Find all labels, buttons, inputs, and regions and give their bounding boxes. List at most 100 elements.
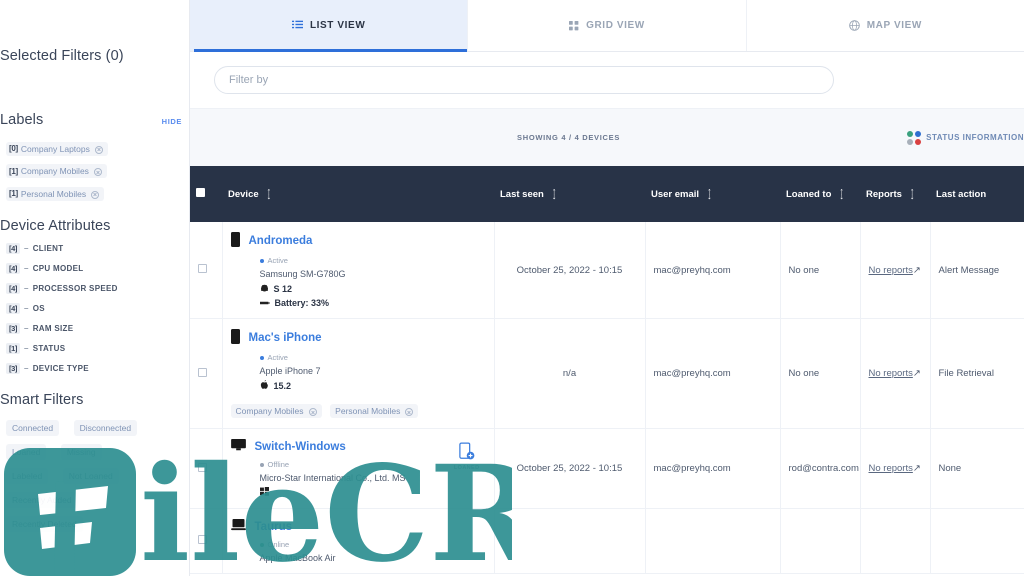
device-cell: Andromeda Active Samsung SM-G780G S 12 B… — [222, 222, 495, 319]
reports-link[interactable]: No reports — [869, 463, 913, 474]
attribute-item-cpu-model[interactable]: [4] – CPU MODEL — [6, 263, 189, 274]
label-name: Company Laptops — [20, 143, 90, 154]
device-attributes-heading: Device Attributes — [0, 218, 111, 234]
device-name-link[interactable]: Andromeda — [249, 235, 313, 247]
label-name: Company Mobiles — [20, 166, 89, 176]
filter-bar — [190, 52, 1024, 108]
column-header-device[interactable]: Device ↑ ↓ — [222, 166, 494, 222]
smart-filter-recently-added[interactable]: Recently Added — [6, 492, 78, 508]
tab-grid-view-label: GRID VIEW — [586, 20, 645, 31]
sort-icon[interactable]: ↑ ↓ — [707, 187, 712, 201]
row-select-cell[interactable] — [190, 428, 223, 509]
tab-map-view[interactable]: MAP VIEW — [746, 0, 1024, 51]
label-chip[interactable]: [1] Company Mobiles — [6, 164, 107, 178]
smart-filter-missing[interactable]: Missing — [60, 444, 102, 460]
reports-link[interactable]: No reports — [869, 368, 913, 379]
row-checkbox[interactable] — [198, 264, 207, 273]
table-header-row: Device ↑ ↓ Last seen ↑ ↓ User email ↑ ↓ … — [190, 166, 1024, 222]
attribute-item-client[interactable]: [4] – CLIENT — [6, 243, 189, 254]
reports-cell[interactable]: No reports↗ — [860, 318, 931, 429]
attribute-label: STATUS — [32, 344, 66, 353]
select-all-header[interactable] — [190, 166, 222, 222]
filters-sidebar: Selected Filters (0) Labels HIDE [0] Com… — [0, 0, 190, 576]
label-name: Personal Mobiles — [20, 188, 87, 199]
devices-table: Device ↑ ↓ Last seen ↑ ↓ User email ↑ ↓ … — [190, 166, 1024, 574]
filter-by-input[interactable] — [214, 66, 834, 94]
row-checkbox[interactable] — [198, 367, 207, 377]
device-label-name: Company Mobiles — [235, 406, 304, 416]
device-name-link[interactable]: Mac's iPhone — [249, 332, 322, 344]
close-icon[interactable] — [94, 145, 103, 154]
tab-grid-view[interactable]: GRID VIEW — [468, 0, 747, 51]
status-information-button[interactable]: STATUS INFORMATION — [907, 130, 1024, 145]
grid-icon — [569, 20, 579, 31]
reports-cell[interactable]: No reports↗ — [860, 222, 931, 319]
row-checkbox[interactable] — [198, 535, 207, 544]
device-model: Apple iPhone 7 — [259, 366, 321, 376]
labels-hide-button[interactable]: HIDE — [162, 117, 182, 126]
loaned-to-cell — [780, 508, 861, 574]
row-checkbox[interactable] — [198, 462, 207, 472]
close-icon[interactable] — [91, 190, 100, 199]
smart-filter-labeled[interactable]: Labeled — [6, 468, 49, 484]
device-label-chip[interactable]: Personal Mobiles — [330, 404, 419, 418]
attribute-item-processor-speed[interactable]: [4] – PROCESSOR SPEED — [6, 283, 189, 294]
smart-filter-disconnected[interactable]: Disconnected — [73, 420, 138, 436]
column-header-loaned-to[interactable]: Loaned to ↑ ↓ — [780, 166, 860, 222]
table-row[interactable]: Andromeda Active Samsung SM-G780G S 12 B… — [190, 222, 1024, 319]
table-row[interactable]: Switch-Windows Offline Micro-Star Intern… — [190, 428, 1024, 509]
reports-link[interactable]: No reports — [869, 265, 913, 276]
device-cell: Taurus Online Apple MacBook Air — [222, 508, 495, 574]
last-seen-cell — [494, 508, 646, 574]
device-management-page: Selected Filters (0) Labels HIDE [0] Com… — [0, 0, 1024, 576]
globe-icon — [848, 20, 860, 31]
attribute-label: PROCESSOR SPEED — [32, 284, 118, 293]
smart-filter-recently-deleted[interactable]: Recently Deleted — [6, 516, 83, 532]
last-action-cell — [930, 508, 1024, 574]
attribute-item-ram-size[interactable]: [3] – RAM SIZE — [6, 323, 189, 334]
column-header-user-email[interactable]: User email ↑ ↓ — [645, 166, 780, 222]
attribute-item-device-type[interactable]: [3] – DEVICE TYPE — [6, 363, 189, 374]
row-select-cell[interactable] — [190, 508, 223, 574]
list-icon — [291, 20, 303, 31]
device-battery: Battery: 33% — [259, 298, 486, 308]
external-link-icon: ↗ — [912, 264, 921, 276]
device-name-link[interactable]: Switch-Windows — [255, 441, 346, 453]
close-icon[interactable] — [405, 408, 414, 416]
close-icon[interactable] — [308, 408, 317, 416]
device-label-chip[interactable]: Company Mobiles — [230, 404, 322, 418]
column-header-last-seen[interactable]: Last seen ↑ ↓ — [494, 166, 645, 222]
dash-icon: – — [23, 244, 29, 253]
attribute-item-os[interactable]: [4] – OS — [6, 303, 189, 314]
sort-icon[interactable]: ↑ ↓ — [552, 187, 557, 201]
label-chip[interactable]: [0] Company Laptops — [6, 141, 108, 156]
loaned-device-icon — [454, 442, 480, 464]
smart-filter-loaned[interactable]: Loaned — [6, 444, 47, 460]
tab-list-view[interactable]: LIST VIEW — [190, 0, 469, 52]
smart-filters-heading: Smart Filters — [0, 392, 84, 408]
sort-icon[interactable]: ↑ ↓ — [267, 187, 272, 201]
device-os-label: S 12 — [273, 283, 293, 294]
device-name-link[interactable]: Taurus — [255, 521, 293, 533]
sort-icon[interactable]: ↑ ↓ — [839, 187, 844, 201]
row-select-cell[interactable] — [190, 318, 223, 429]
row-select-cell[interactable] — [190, 222, 223, 319]
label-chip[interactable]: [1] Personal Mobiles — [6, 186, 105, 201]
smart-filter-connected[interactable]: Connected — [6, 420, 60, 436]
reports-cell[interactable]: No reports↗ — [860, 428, 931, 509]
sort-icon[interactable]: ↑ ↓ — [910, 187, 915, 201]
smart-filters-section: Smart Filters Connected Disconnected Loa… — [0, 392, 189, 538]
close-icon[interactable] — [93, 168, 102, 176]
table-row[interactable]: Mac's iPhone Active Apple iPhone 7 15.2 — [190, 318, 1024, 429]
attribute-item-status[interactable]: [1] – STATUS — [6, 343, 189, 354]
loaned-to-cell: No one — [780, 222, 861, 319]
dash-icon: – — [23, 364, 29, 373]
view-tabs: LIST VIEW GRID VIEW MAP VIEW — [190, 0, 1024, 52]
table-row[interactable]: Taurus Online Apple MacBook Air — [190, 508, 1024, 574]
attribute-count: [4] — [6, 303, 20, 314]
smart-filter-not-loaned[interactable]: Not Loaned — [62, 468, 119, 484]
select-all-checkbox[interactable] — [196, 188, 205, 197]
device-status: Active — [259, 353, 486, 362]
column-header-last-action[interactable]: Last action — [930, 166, 1024, 222]
column-header-reports[interactable]: Reports ↑ ↓ — [860, 166, 930, 222]
